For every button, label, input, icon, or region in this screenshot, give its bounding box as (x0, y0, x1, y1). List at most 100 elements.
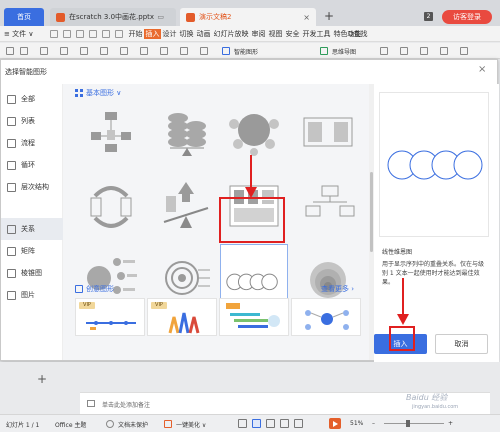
ribbon-icon[interactable] (380, 47, 388, 55)
preview-icon[interactable] (89, 30, 97, 38)
ribbon-tab[interactable]: 动画 (195, 29, 212, 39)
reading-view-icon[interactable] (280, 419, 289, 428)
category-pyramid[interactable]: 棱锥图 (1, 262, 63, 284)
ribbon-tab[interactable]: 开始 (127, 29, 144, 39)
category-sidebar: 全部 列表 流程 循环 层次结构 关系 矩阵 棱锥图 图片 (1, 84, 63, 360)
zoom-in-icon[interactable]: + (448, 420, 453, 427)
basic-graphics-header[interactable]: 基本图形 ∨ (75, 88, 121, 98)
ribbon-tab[interactable]: 视图 (267, 29, 284, 39)
normal-view-icon[interactable] (252, 419, 261, 428)
creative-graphic-card[interactable]: VIP (147, 298, 217, 336)
creative-graphic-card[interactable] (291, 298, 361, 336)
ribbon-icon[interactable] (40, 47, 48, 55)
smart-art-thumbnail[interactable] (294, 100, 362, 170)
ribbon-tab[interactable]: 审阅 (250, 29, 267, 39)
smart-art-button[interactable]: 智能图形 (234, 47, 258, 56)
redo-icon[interactable] (115, 30, 123, 38)
category-all[interactable]: 全部 (1, 88, 63, 110)
search-button[interactable]: Q查找 (348, 29, 368, 39)
ribbon-icon[interactable] (420, 47, 428, 55)
bracket-graphic (303, 117, 353, 147)
category-label: 层次结构 (21, 183, 49, 191)
linear-venn-preview (387, 150, 483, 180)
category-label: 图片 (21, 291, 35, 299)
ribbon-tab[interactable]: 幻灯片放映 (212, 29, 250, 39)
zoom-slider[interactable] (384, 423, 444, 424)
creative-graphic-card[interactable]: VIP (75, 298, 145, 336)
scrollbar-thumb[interactable] (370, 172, 373, 252)
login-button[interactable]: 访客登录 (442, 10, 492, 24)
pin-icon[interactable]: ▭ (157, 13, 164, 21)
stacked-discs-graphic (168, 113, 206, 156)
document-protection-status[interactable]: 文档未保护 (118, 420, 148, 429)
close-icon[interactable]: × (478, 64, 486, 75)
category-relationship[interactable]: 关系 (1, 218, 63, 240)
ribbon-icon[interactable] (60, 47, 68, 55)
mind-map-icon[interactable] (320, 47, 328, 55)
smart-art-icon[interactable] (222, 47, 230, 55)
see-more-link[interactable]: 查看更多 › (321, 284, 354, 294)
ribbon-icon[interactable] (120, 47, 128, 55)
folder-icon[interactable] (63, 30, 71, 38)
cancel-button[interactable]: 取消 (435, 334, 488, 354)
new-tab-button[interactable]: + (324, 9, 334, 23)
slideshow-play-icon[interactable] (329, 418, 341, 429)
tab-home[interactable]: 首页 (4, 8, 44, 26)
ribbon-icon[interactable] (80, 47, 88, 55)
window-count-badge[interactable]: 2 (424, 12, 433, 21)
ribbon-tab[interactable]: 开发工具 (301, 29, 332, 39)
smart-art-thumbnail[interactable] (77, 172, 145, 242)
ribbon-tab[interactable]: 切换 (178, 29, 195, 39)
creative-list-graphic (226, 303, 280, 328)
tab-document-2[interactable]: 演示文稿2 × (180, 8, 316, 26)
outline-view-icon[interactable] (294, 419, 303, 428)
slide-sorter-icon[interactable] (266, 419, 275, 428)
category-label: 流程 (21, 139, 35, 147)
cycle-icon (7, 160, 16, 170)
ribbon-icon[interactable] (20, 47, 28, 55)
notes-toggle-icon[interactable] (238, 419, 247, 428)
ribbon-icon[interactable] (440, 47, 448, 55)
file-menu[interactable]: ≡ 文件 ∨ (4, 29, 33, 39)
ribbon-icon[interactable] (400, 47, 408, 55)
ribbon-tab[interactable]: 安全 (284, 29, 301, 39)
ribbon-icon[interactable] (200, 47, 208, 55)
category-process[interactable]: 流程 (1, 132, 63, 154)
category-cycle[interactable]: 循环 (1, 154, 63, 176)
close-tab-icon[interactable]: × (303, 13, 310, 22)
ribbon-icon[interactable] (100, 47, 108, 55)
ribbon-icon[interactable] (140, 47, 148, 55)
smart-art-thumbnail[interactable] (152, 172, 220, 242)
ribbon-icon[interactable] (6, 47, 14, 55)
slide-counter: 幻灯片 1 / 1 (6, 422, 40, 429)
category-picture[interactable]: 图片 (1, 284, 63, 306)
add-slide-button[interactable]: + (37, 372, 47, 386)
ribbon-tab-insert[interactable]: 插入 (144, 29, 161, 39)
save-icon[interactable] (50, 30, 58, 38)
matrix-icon (7, 246, 16, 256)
print-icon[interactable] (76, 30, 84, 38)
tab-document-1[interactable]: 在scratch 3.0中画花.pptx ▭ (50, 8, 176, 26)
creative-arch-graphic (168, 312, 200, 334)
highlight-box-insert (389, 326, 415, 351)
smart-art-thumbnail[interactable] (152, 100, 220, 170)
ribbon-icon[interactable] (160, 47, 168, 55)
creative-graphic-card[interactable] (219, 298, 289, 336)
ribbon-tab[interactable]: 设计 (161, 29, 178, 39)
ribbon-icon[interactable] (180, 47, 188, 55)
grid-icon (75, 89, 83, 97)
category-list[interactable]: 列表 (1, 110, 63, 132)
mind-map-button[interactable]: 思维导图 (332, 47, 356, 56)
annotation-arrow-down-icon (245, 155, 257, 198)
creative-timeline-graphic (86, 321, 136, 330)
zoom-out-icon[interactable]: – (372, 420, 375, 427)
zoom-slider-handle[interactable] (406, 420, 410, 427)
zoom-level[interactable]: 51% (350, 420, 363, 427)
undo-icon[interactable] (102, 30, 110, 38)
beautify-button[interactable]: 一键美化 ∨ (176, 420, 206, 429)
smart-art-thumbnail[interactable] (77, 100, 145, 170)
ribbon-icon[interactable] (460, 47, 468, 55)
smart-art-thumbnail[interactable] (294, 172, 362, 242)
category-matrix[interactable]: 矩阵 (1, 240, 63, 262)
category-hierarchy[interactable]: 层次结构 (1, 176, 63, 198)
